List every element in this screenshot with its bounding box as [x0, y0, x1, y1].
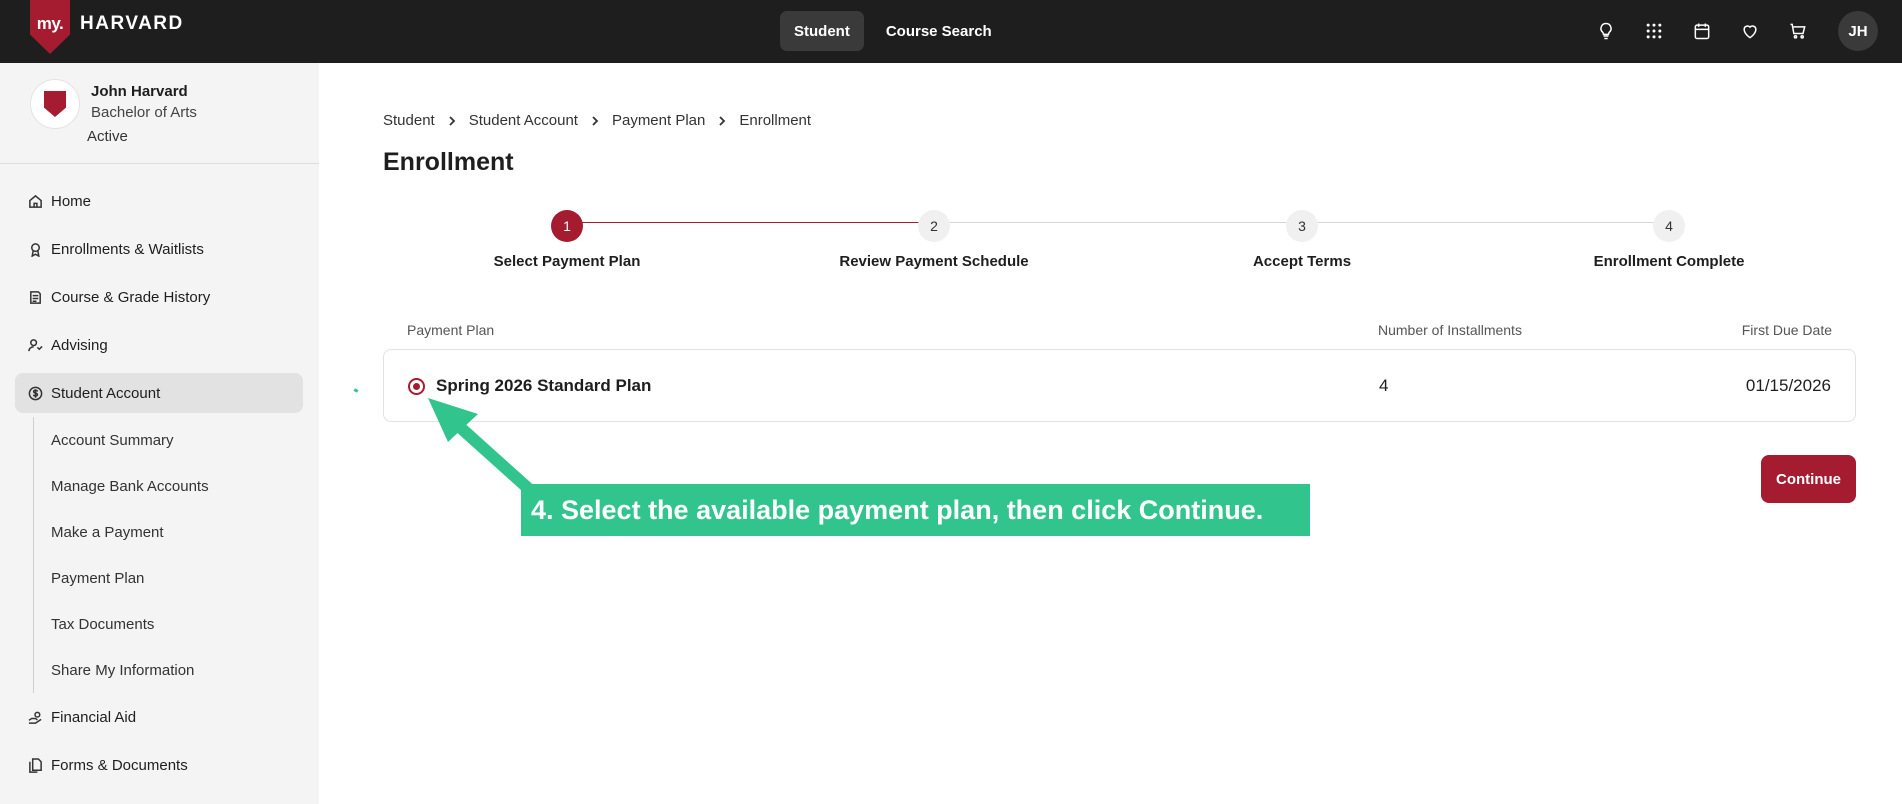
top-nav: Student Course Search — [780, 11, 1006, 51]
topnav-course-search[interactable]: Course Search — [872, 11, 1006, 51]
sidebar-item-label: Student Account — [51, 384, 161, 402]
breadcrumb-payment-plan[interactable]: Payment Plan — [612, 112, 705, 129]
column-header-payment-plan: Payment Plan — [407, 322, 495, 338]
avatar — [30, 79, 80, 129]
column-header-installments: Number of Installments — [1378, 322, 1522, 338]
breadcrumb-student[interactable]: Student — [383, 112, 435, 129]
subnav-make-a-payment[interactable]: Make a Payment — [34, 509, 303, 555]
sidebar-item-label: Advising — [51, 336, 108, 354]
sidebar-item-label: Course & Grade History — [51, 288, 211, 306]
sidebar-item-advising[interactable]: Advising — [15, 325, 303, 365]
sidebar-item-label: Financial Aid — [51, 708, 137, 726]
profile-name: John Harvard — [91, 83, 188, 100]
sidebar-item-financial-aid[interactable]: Financial Aid — [15, 697, 303, 737]
harvard-crest-icon — [44, 91, 66, 117]
page-title: Enrollment — [383, 148, 514, 176]
profile-status: Active — [87, 128, 128, 145]
subnav-share-my-information[interactable]: Share My Information — [34, 647, 303, 693]
step-label: Enrollment Complete — [1593, 253, 1745, 270]
user-avatar-button[interactable]: JH — [1838, 11, 1878, 51]
annotation-tick-mark — [353, 388, 359, 393]
sidebar-item-label: Forms & Documents — [51, 756, 188, 774]
plan-name: Spring 2026 Standard Plan — [436, 376, 652, 395]
sidebar-item-student-account[interactable]: Student Account — [15, 373, 303, 413]
cart-icon[interactable] — [1780, 11, 1816, 51]
subnav-tax-documents[interactable]: Tax Documents — [34, 601, 303, 647]
sidebar-item-enrollments[interactable]: Enrollments & Waitlists — [15, 229, 303, 269]
chevron-right-icon — [590, 115, 600, 126]
plan-installments: 4 — [1379, 376, 1389, 395]
student-account-subnav: Account Summary Manage Bank Accounts Mak… — [33, 417, 303, 693]
step-number: 4 — [1653, 210, 1685, 242]
profile-degree: Bachelor of Arts — [91, 104, 197, 121]
step-review-payment-schedule: 2 Review Payment Schedule — [834, 210, 1034, 270]
chevron-right-icon — [447, 115, 457, 126]
step-enrollment-complete: 4 Enrollment Complete — [1569, 210, 1769, 270]
calendar-icon[interactable] — [1684, 11, 1720, 51]
sidebar: John Harvard Bachelor of Arts Active Hom… — [0, 63, 319, 804]
top-icons: JH — [1588, 11, 1878, 51]
documents-icon — [29, 757, 42, 773]
step-label: Accept Terms — [1252, 253, 1352, 270]
subnav-account-summary[interactable]: Account Summary — [34, 417, 303, 463]
step-number: 2 — [918, 210, 950, 242]
subnav-payment-plan[interactable]: Payment Plan — [34, 555, 303, 601]
step-select-payment-plan: 1 Select Payment Plan — [467, 210, 667, 270]
home-icon — [29, 194, 42, 208]
table-header: Payment Plan Number of Installments Firs… — [383, 322, 1856, 342]
ribbon-icon — [31, 242, 40, 257]
breadcrumb: Student Student Account Payment Plan Enr… — [383, 112, 811, 129]
tutorial-annotation: 4. Select the available payment plan, th… — [521, 484, 1310, 536]
apps-grid-icon[interactable] — [1636, 11, 1672, 51]
step-number: 1 — [551, 210, 583, 242]
sidebar-item-forms-documents[interactable]: Forms & Documents — [15, 745, 303, 785]
sidebar-nav: Home Enrollments & Waitlists Course & Gr… — [15, 181, 303, 793]
myharvard-logo[interactable]: my. HARVARD — [30, 0, 184, 54]
breadcrumb-student-account[interactable]: Student Account — [469, 112, 578, 129]
advisor-icon — [28, 338, 43, 351]
plan-radio-button[interactable] — [408, 378, 425, 395]
chevron-right-icon — [717, 115, 727, 126]
shield-logo-icon: my. — [30, 0, 70, 54]
dollar-icon — [28, 386, 43, 400]
sidebar-item-label: Enrollments & Waitlists — [51, 240, 204, 258]
radio-selected-dot — [413, 383, 420, 390]
step-label: Select Payment Plan — [493, 253, 641, 270]
sidebar-item-course-history[interactable]: Course & Grade History — [15, 277, 303, 317]
heart-icon[interactable] — [1732, 11, 1768, 51]
top-bar: my. HARVARD Student Course Search JH — [0, 0, 1902, 63]
profile-card: John Harvard Bachelor of Arts Active — [0, 63, 319, 164]
lightbulb-icon[interactable] — [1588, 11, 1624, 51]
step-label: Review Payment Schedule — [839, 253, 1029, 270]
hand-coin-icon — [28, 711, 42, 724]
sidebar-item-label: Home — [51, 192, 92, 210]
topnav-student[interactable]: Student — [780, 11, 864, 51]
sidebar-item-home[interactable]: Home — [15, 181, 303, 221]
plan-first-due-date: 01/15/2026 — [1745, 376, 1831, 395]
step-accept-terms: 3 Accept Terms — [1202, 210, 1402, 270]
breadcrumb-enrollment: Enrollment — [739, 112, 812, 129]
logo-text: HARVARD — [80, 13, 184, 34]
subnav-manage-bank-accounts[interactable]: Manage Bank Accounts — [34, 463, 303, 509]
table-row[interactable]: Spring 2026 Standard Plan 4 01/15/2026 — [383, 349, 1856, 422]
history-icon — [30, 290, 41, 304]
column-header-first-due-date: First Due Date — [1741, 322, 1832, 338]
step-number: 3 — [1286, 210, 1318, 242]
continue-button[interactable]: Continue — [1761, 455, 1856, 503]
